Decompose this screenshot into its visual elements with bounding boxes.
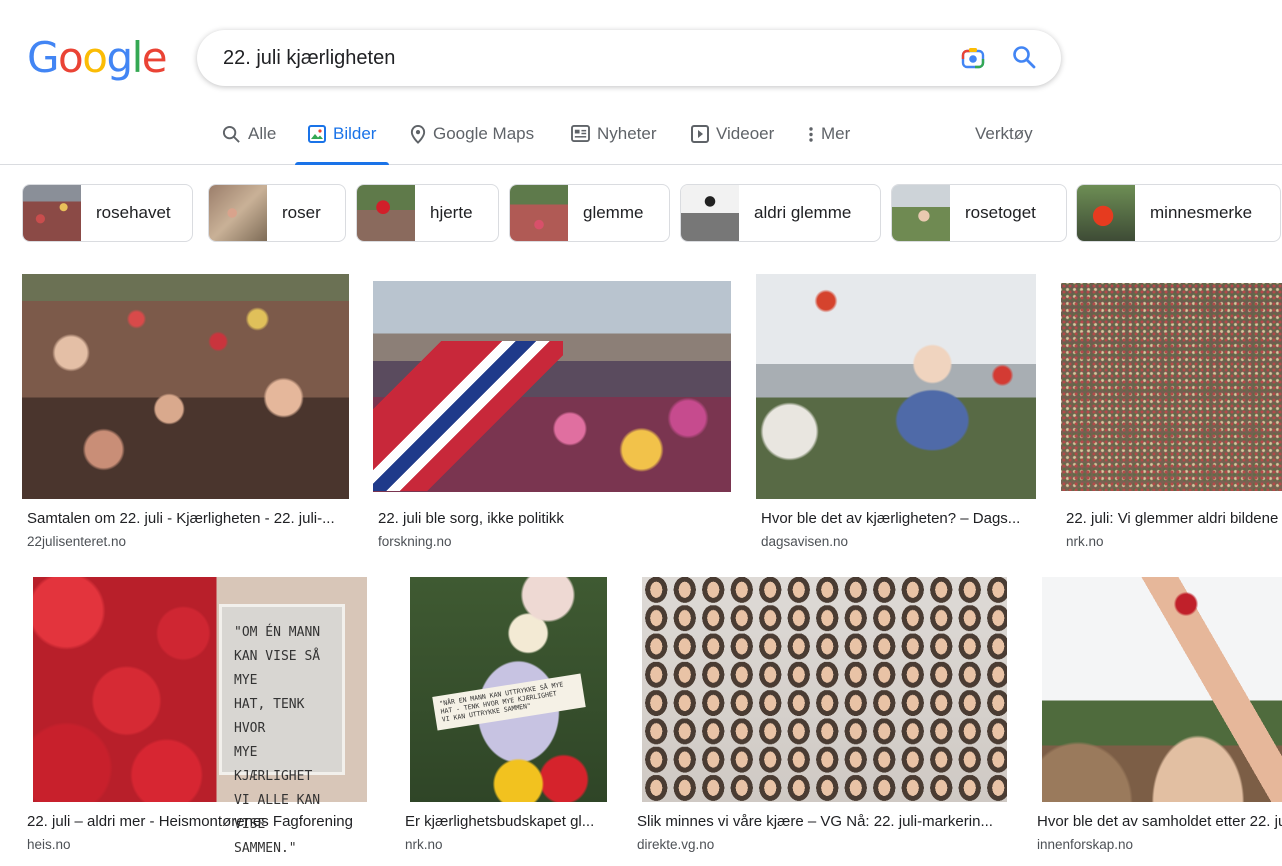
chip-minnesmerke[interactable]: minnesmerke bbox=[1076, 184, 1281, 242]
tab-mer[interactable]: Mer bbox=[808, 124, 850, 164]
result-image[interactable] bbox=[1061, 283, 1282, 491]
image-result[interactable]: "OM ÉN MANN KAN VISE SÅ MYE HAT, TENK HV… bbox=[22, 577, 367, 857]
result-domain: 22julisenteret.no bbox=[27, 534, 127, 549]
tools-button[interactable]: Verktøy bbox=[975, 124, 1033, 144]
quote-line: "OM ÉN MANN bbox=[234, 625, 321, 640]
result-domain: dagsavisen.no bbox=[761, 534, 849, 549]
search-tabs: Alle Bilder Google Maps Nyheter Videoer … bbox=[0, 110, 1282, 165]
chip-label: minnesmerke bbox=[1150, 203, 1253, 222]
quote-line: KAN VISE SÅ MYE bbox=[234, 649, 321, 688]
chip-label: glemme bbox=[583, 203, 644, 222]
tab-bilder[interactable]: Bilder bbox=[294, 124, 391, 165]
result-domain: nrk.no bbox=[1066, 534, 1104, 549]
chip-thumbnail bbox=[510, 185, 568, 241]
chip-label: roser bbox=[282, 203, 321, 222]
image-result[interactable]: Hvor ble det av samholdet etter 22. juli… bbox=[1032, 577, 1282, 857]
result-domain: nrk.no bbox=[405, 837, 443, 852]
logo-letter: l bbox=[131, 33, 144, 82]
chip-roser[interactable]: roser bbox=[208, 184, 346, 242]
result-image[interactable] bbox=[642, 577, 1007, 802]
result-title[interactable]: 22. juli – aldri mer - Heismontørenes Fa… bbox=[27, 813, 367, 830]
chip-label: aldri glemme bbox=[754, 203, 852, 222]
logo-letter: e bbox=[141, 33, 168, 82]
result-image[interactable] bbox=[1042, 577, 1282, 802]
logo-letter: o bbox=[58, 33, 84, 82]
tab-google-maps[interactable]: Google Maps bbox=[410, 124, 534, 164]
chip-aldri-glemme[interactable]: aldri glemme bbox=[680, 184, 881, 242]
chip-label: hjerte bbox=[430, 203, 473, 222]
chip-thumbnail bbox=[23, 185, 81, 241]
tab-label: Google Maps bbox=[433, 124, 535, 143]
tab-nyheter[interactable]: Nyheter bbox=[571, 124, 657, 164]
logo-letter: g bbox=[106, 33, 133, 82]
image-icon bbox=[308, 125, 326, 143]
quote-line: HAT, TENK HVOR bbox=[234, 697, 305, 736]
chip-rosetoget[interactable]: rosetoget bbox=[891, 184, 1067, 242]
google-logo[interactable]: Google bbox=[27, 33, 168, 82]
chip-label: rosetoget bbox=[965, 203, 1036, 222]
search-icon[interactable] bbox=[1011, 44, 1037, 70]
result-domain: heis.no bbox=[27, 837, 71, 852]
image-result[interactable]: Samtalen om 22. juli - Kjærligheten - 22… bbox=[22, 274, 349, 554]
tab-label: Videoer bbox=[716, 124, 775, 143]
tab-label: Bilder bbox=[333, 124, 377, 143]
newspaper-icon bbox=[571, 125, 590, 142]
result-image[interactable] bbox=[756, 274, 1036, 499]
chip-rosehavet[interactable]: rosehavet bbox=[22, 184, 193, 242]
result-title[interactable]: Hvor ble det av kjærligheten? – Dags... bbox=[761, 510, 1029, 527]
result-title[interactable]: Hvor ble det av samholdet etter 22. juli bbox=[1037, 813, 1282, 830]
image-result[interactable]: 22. juli: Vi glemmer aldri bildene nrk.n… bbox=[1061, 274, 1282, 554]
result-title[interactable]: Er kjærlighetsbudskapet gl... bbox=[405, 813, 605, 830]
quote-line: SAMMEN." bbox=[234, 841, 297, 856]
tab-label: Alle bbox=[248, 124, 277, 143]
search-box[interactable]: 22. juli kjærligheten bbox=[197, 30, 1061, 86]
result-title[interactable]: Slik minnes vi våre kjære – VG Nå: 22. j… bbox=[637, 813, 1000, 830]
quote-note: "OM ÉN MANN KAN VISE SÅ MYE HAT, TENK HV… bbox=[222, 607, 342, 856]
chip-thumbnail bbox=[892, 185, 950, 241]
tab-alle[interactable]: Alle bbox=[222, 124, 276, 164]
quote-line: MYE KJÆRLIGHET bbox=[234, 745, 313, 784]
chip-hjerte[interactable]: hjerte bbox=[356, 184, 499, 242]
chip-thumbnail bbox=[357, 185, 415, 241]
chip-glemme[interactable]: glemme bbox=[509, 184, 670, 242]
result-domain: forskning.no bbox=[378, 534, 452, 549]
chip-label: rosehavet bbox=[96, 203, 171, 222]
tab-label: Mer bbox=[821, 124, 851, 143]
chip-thumbnail bbox=[209, 185, 267, 241]
chip-thumbnail bbox=[1077, 185, 1135, 241]
result-domain: innenforskap.no bbox=[1037, 837, 1134, 852]
image-result[interactable]: 22. juli ble sorg, ikke politikk forskni… bbox=[373, 274, 731, 554]
google-lens-icon[interactable] bbox=[960, 45, 986, 71]
play-icon bbox=[691, 125, 709, 143]
result-title[interactable]: 22. juli ble sorg, ikke politikk bbox=[378, 510, 731, 527]
tab-videoer[interactable]: Videoer bbox=[691, 124, 774, 164]
result-image[interactable] bbox=[373, 281, 731, 492]
more-vert-icon bbox=[809, 127, 813, 142]
chip-thumbnail bbox=[681, 185, 739, 241]
image-result[interactable]: Slik minnes vi våre kjære – VG Nå: 22. j… bbox=[632, 577, 1007, 857]
logo-letter: G bbox=[27, 33, 60, 82]
result-title[interactable]: Samtalen om 22. juli - Kjærligheten - 22… bbox=[27, 510, 349, 527]
result-image[interactable] bbox=[22, 274, 349, 499]
logo-letter: o bbox=[82, 33, 108, 82]
result-title[interactable]: 22. juli: Vi glemmer aldri bildene bbox=[1066, 510, 1282, 527]
search-icon bbox=[222, 125, 240, 143]
image-result[interactable]: Hvor ble det av kjærligheten? – Dags... … bbox=[756, 274, 1036, 554]
image-result[interactable]: "NÅR EN MANN KAN UTTRYKKE SÅ MYE HAT - T… bbox=[400, 577, 607, 857]
result-domain: direkte.vg.no bbox=[637, 837, 715, 852]
map-pin-icon bbox=[410, 125, 426, 144]
tab-label: Nyheter bbox=[597, 124, 657, 143]
search-input[interactable]: 22. juli kjærligheten bbox=[223, 47, 395, 70]
